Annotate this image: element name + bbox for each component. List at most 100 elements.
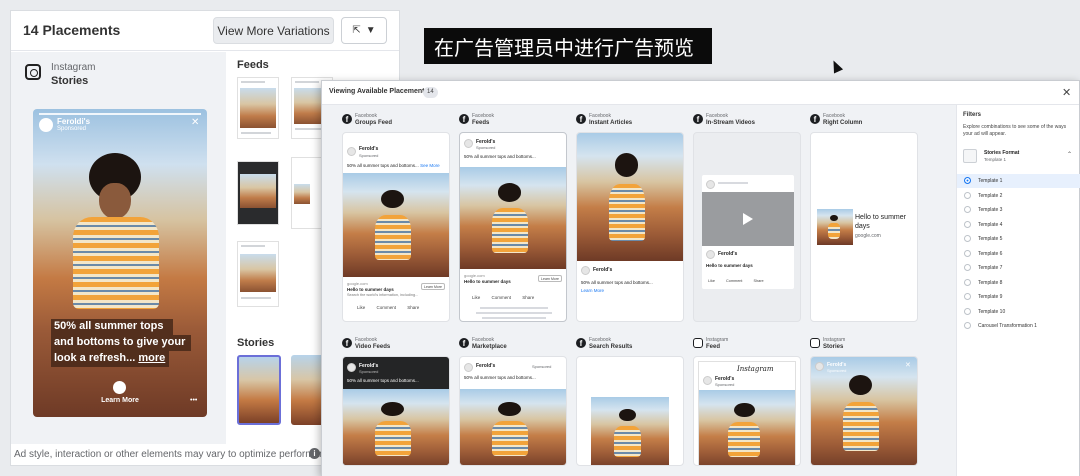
template-option[interactable]: Template 8: [957, 276, 1080, 290]
ad-preview-card[interactable]: [576, 356, 684, 466]
close-icon[interactable]: ✕: [905, 361, 911, 369]
format-label[interactable]: Stories Format: [984, 150, 1019, 156]
video-player[interactable]: [702, 192, 794, 246]
ad-preview-card[interactable]: Ferold's Sponsored ✕: [810, 356, 918, 466]
ad-image: [811, 357, 917, 465]
ad-image: [699, 390, 795, 465]
feed-thumbnail[interactable]: [237, 241, 279, 307]
feed-thumbnail[interactable]: [237, 77, 279, 139]
ad-actions[interactable]: Like Comment Share: [357, 305, 419, 310]
story-more-link[interactable]: more: [138, 352, 165, 364]
more-options-icon[interactable]: •••: [190, 397, 197, 404]
learn-more-button[interactable]: Learn More: [538, 275, 562, 282]
stories-section-label: Stories: [237, 337, 275, 349]
feed-thumbnail[interactable]: [237, 161, 279, 225]
view-more-variations-button[interactable]: View More Variations: [213, 17, 334, 44]
radio-button[interactable]: [964, 206, 971, 213]
thumb-image: [240, 88, 276, 128]
ad-body: 50% all summer tops and bottoms... See M…: [347, 163, 440, 168]
avatar: [703, 376, 712, 385]
template-option[interactable]: Template 7: [957, 261, 1080, 275]
template-option[interactable]: Template 1: [957, 174, 1080, 188]
ad-preview-card[interactable]: Ferold's Sponsored 50% all summer tops a…: [459, 356, 567, 466]
template-option[interactable]: Template 2: [957, 189, 1080, 203]
ad-preview-card[interactable]: Instagram Ferold's Sponsored: [693, 356, 801, 466]
format-icon: [963, 149, 977, 163]
info-icon[interactable]: i: [309, 448, 320, 459]
story-cta[interactable]: Learn More: [33, 397, 207, 404]
ad-preview-card[interactable]: Ferold's Sponsored 50% all summer tops a…: [342, 356, 450, 466]
chevron-up-icon[interactable]: ⌃: [1067, 151, 1072, 158]
template-option-label: Template 3: [978, 207, 1003, 213]
template-option-label: Template 9: [978, 294, 1003, 300]
placement-network: Facebook: [355, 337, 377, 343]
radio-button[interactable]: [964, 322, 971, 329]
placement-network: Facebook: [355, 113, 377, 119]
ad-link-domain: google.com: [464, 273, 485, 278]
thumb-text-line: [295, 81, 319, 83]
radio-button[interactable]: [964, 264, 971, 271]
story-thumbnail-selected[interactable]: [237, 355, 281, 425]
story-brand-name: Feroldi's: [57, 117, 91, 126]
performance-disclaimer: Ad style, interaction or other elements …: [14, 449, 339, 460]
ad-cta-link[interactable]: Learn More: [581, 288, 604, 293]
ad-link-headline: Hello to summer days: [706, 263, 753, 268]
template-option-label: Template 10: [978, 308, 1006, 315]
ad-link-domain: google.com: [347, 281, 368, 286]
facebook-icon: f: [576, 338, 586, 348]
template-option-label: Carousel Transformation 1: [978, 323, 1037, 329]
placement-network: Instagram: [823, 337, 846, 343]
radio-button[interactable]: [964, 191, 971, 199]
radio-button[interactable]: [964, 235, 971, 242]
template-option[interactable]: Template 3: [957, 203, 1080, 217]
placement-name: Right Column: [823, 120, 863, 126]
story-ad-preview[interactable]: Feroldi's Sponsored ✕ 50% all summer top…: [33, 109, 207, 417]
story-caption-text: look a refresh...: [54, 352, 139, 364]
ad-preview-card[interactable]: Ferold's 50% all summer tops and bottoms…: [576, 132, 684, 322]
story-caption-line: look a refresh... more: [51, 351, 169, 367]
template-option[interactable]: Carousel Transformation 1: [957, 319, 1080, 333]
template-option[interactable]: Template 6: [957, 247, 1080, 261]
avatar: [347, 147, 356, 156]
ad-image: [591, 397, 669, 465]
feeds-section-label: Feeds: [237, 59, 269, 71]
ad-sponsored: Sponsored: [827, 368, 847, 373]
close-icon[interactable]: ✕: [1062, 86, 1071, 99]
ad-actions[interactable]: Like Comment Share: [708, 279, 764, 283]
radio-button[interactable]: [964, 293, 971, 300]
ad-preview-card[interactable]: Ferold's Sponsored 50% all summer tops a…: [342, 132, 450, 322]
ad-preview-card[interactable]: Ferold's Sponsored 50% all summer tops a…: [459, 132, 567, 322]
thumb-image: [240, 254, 276, 292]
template-option[interactable]: Template 4: [957, 218, 1080, 232]
ad-actions[interactable]: Like Comment Share: [472, 295, 534, 300]
radio-button[interactable]: [964, 249, 971, 257]
play-icon[interactable]: [743, 213, 753, 225]
template-option[interactable]: Template 10: [957, 305, 1080, 319]
radio-button[interactable]: [964, 220, 971, 228]
ad-body: 50% all summer tops and bottoms...: [464, 154, 536, 159]
ad-body-text: 50% all summer tops and bottoms...: [347, 163, 419, 168]
ad-body: 50% all summer tops and bottoms...: [581, 280, 653, 285]
template-option[interactable]: Template 5: [957, 232, 1080, 246]
instagram-logo: Instagram: [737, 365, 774, 373]
placement-name: Feed: [706, 344, 721, 350]
modal-header: Viewing Available Placements 14 ✕: [322, 81, 1079, 105]
modal-title: Viewing Available Placements: [329, 88, 429, 95]
placement-network: Facebook: [472, 113, 494, 119]
close-icon[interactable]: ✕: [191, 117, 199, 128]
avatar: [39, 118, 53, 132]
share-menu-button[interactable]: ⇱ ▼: [341, 17, 387, 44]
radio-button[interactable]: [964, 278, 971, 286]
ad-preview-card[interactable]: Hello to summer days google.com: [810, 132, 918, 322]
radio-button[interactable]: [964, 177, 971, 184]
see-more-link[interactable]: See More: [420, 163, 440, 168]
radio-button[interactable]: [964, 307, 971, 315]
learn-more-button[interactable]: Learn More: [421, 283, 445, 290]
template-option[interactable]: Template 9: [957, 290, 1080, 304]
ad-preview-card[interactable]: Ferold's Hello to summer days Like Comme…: [693, 132, 801, 322]
placement-network: Facebook: [823, 113, 845, 119]
placement-name: In-Stream Videos: [706, 120, 755, 126]
chevron-up-icon: [113, 381, 126, 394]
placements-modal: Viewing Available Placements 14 ✕ f Face…: [321, 80, 1080, 476]
placement-network: Facebook: [589, 337, 611, 343]
